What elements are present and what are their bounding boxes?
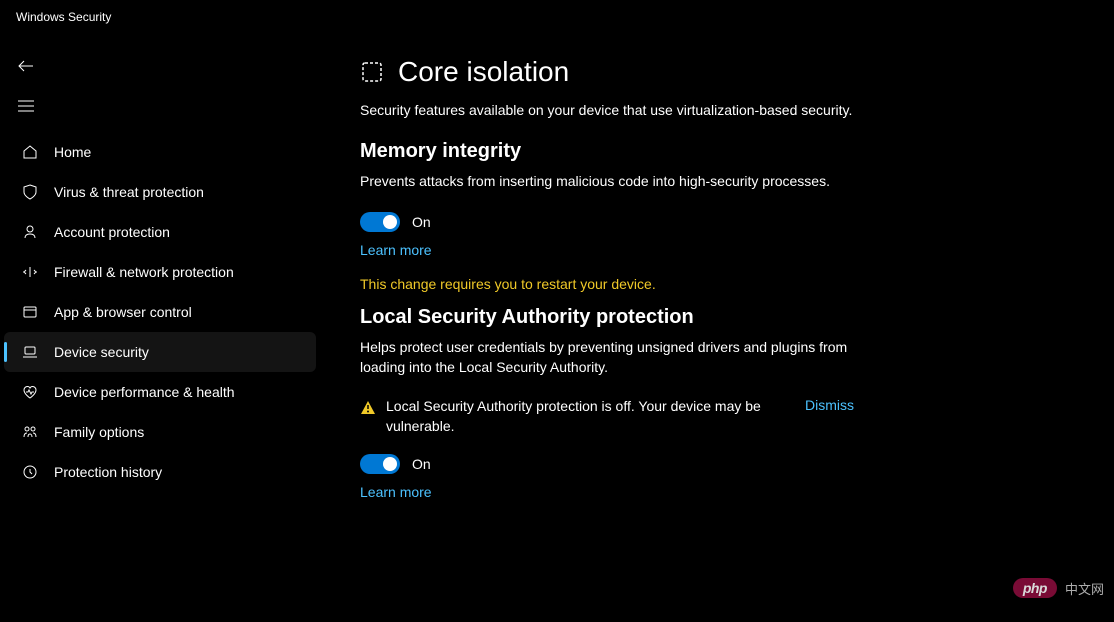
main-layout: Home Virus & threat protection Account p… [0,34,1114,622]
page-description: Security features available on your devi… [360,100,854,140]
sidebar-item-history[interactable]: Protection history [4,452,316,492]
health-icon [20,382,40,402]
app-browser-icon [20,302,40,322]
sidebar-item-home[interactable]: Home [4,132,316,172]
page-header: Core isolation [360,56,854,100]
hamburger-button[interactable] [6,86,46,126]
sidebar-item-label: Protection history [54,464,162,480]
sidebar-item-performance[interactable]: Device performance & health [4,372,316,412]
sidebar-item-label: Home [54,144,91,160]
sidebar-item-firewall[interactable]: Firewall & network protection [4,252,316,292]
sidebar-item-virus[interactable]: Virus & threat protection [4,172,316,212]
sidebar-item-label: Family options [54,424,144,440]
memory-integrity-toggle-label: On [412,214,431,230]
content-panel: Core isolation Security features availab… [360,34,854,622]
sidebar-item-label: Virus & threat protection [54,184,204,200]
lsa-toggle-row: On [360,454,854,484]
back-button[interactable] [6,46,46,86]
sidebar-item-family[interactable]: Family options [4,412,316,452]
watermark-pill: php [1013,578,1057,598]
back-icon [18,58,34,74]
toggle-knob [383,215,397,229]
account-icon [20,222,40,242]
memory-integrity-desc: Prevents attacks from inserting maliciou… [360,171,854,211]
core-isolation-icon [360,60,384,84]
sidebar-item-label: Account protection [54,224,170,240]
warning-icon [360,400,376,416]
content-area: Core isolation Security features availab… [320,34,1114,622]
network-icon [20,262,40,282]
toggle-knob [383,457,397,471]
lsa-title: Local Security Authority protection [360,306,854,337]
dismiss-button[interactable]: Dismiss [805,397,854,413]
watermark: php 中文网 [1013,578,1104,598]
laptop-icon [20,342,40,362]
memory-integrity-title: Memory integrity [360,140,854,171]
sidebar: Home Virus & threat protection Account p… [0,34,320,622]
lsa-learn-more[interactable]: Learn more [360,484,432,518]
sidebar-item-app-browser[interactable]: App & browser control [4,292,316,332]
memory-integrity-toggle[interactable] [360,212,400,232]
titlebar: Windows Security [0,0,1114,34]
lsa-desc: Helps protect user credentials by preven… [360,337,854,398]
memory-integrity-learn-more[interactable]: Learn more [360,242,432,276]
hamburger-icon [18,100,34,112]
titlebar-text: Windows Security [16,10,111,24]
sidebar-item-label: Device performance & health [54,384,235,400]
family-icon [20,422,40,442]
lsa-warning-row: Local Security Authority protection is o… [360,397,854,454]
sidebar-item-device-security[interactable]: Device security [4,332,316,372]
restart-message: This change requires you to restart your… [360,276,854,306]
sidebar-item-label: Device security [54,344,149,360]
lsa-toggle[interactable] [360,454,400,474]
sidebar-item-label: App & browser control [54,304,192,320]
history-icon [20,462,40,482]
sidebar-item-account[interactable]: Account protection [4,212,316,252]
sidebar-item-label: Firewall & network protection [54,264,234,280]
shield-icon [20,182,40,202]
lsa-toggle-label: On [412,456,431,472]
watermark-text: 中文网 [1065,579,1104,598]
memory-integrity-toggle-row: On [360,212,854,242]
lsa-warning-text: Local Security Authority protection is o… [386,397,795,436]
home-icon [20,142,40,162]
page-title: Core isolation [398,56,569,88]
